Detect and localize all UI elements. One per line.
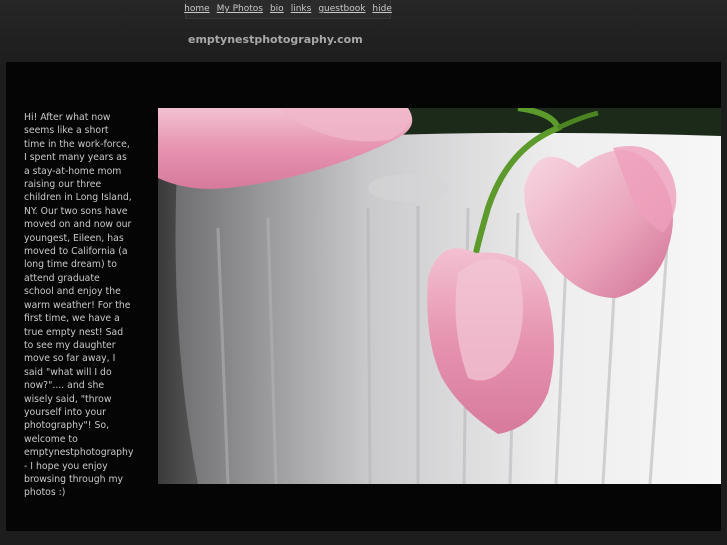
nav-link-my-photos[interactable]: My Photos — [217, 4, 263, 14]
content-panel: Hi! After what now seems like a short ti… — [6, 62, 721, 531]
nav-link-hide[interactable]: hide — [372, 4, 391, 14]
nav-link-guestbook[interactable]: guestbook — [318, 4, 365, 14]
site-title: emptynestphotography.com — [188, 33, 363, 46]
bio-text: Hi! After what now seems like a short ti… — [24, 112, 134, 499]
nav-link-home[interactable]: home — [184, 4, 210, 14]
tulip-photo-image — [158, 108, 721, 484]
nav-link-bio[interactable]: bio — [270, 4, 284, 14]
tulip-photo[interactable] — [158, 108, 721, 484]
nav-link-links[interactable]: links — [291, 4, 312, 14]
top-navigation: home My Photos bio links guestbook hide — [184, 0, 392, 19]
page: home My Photos bio links guestbook hide … — [0, 0, 727, 545]
